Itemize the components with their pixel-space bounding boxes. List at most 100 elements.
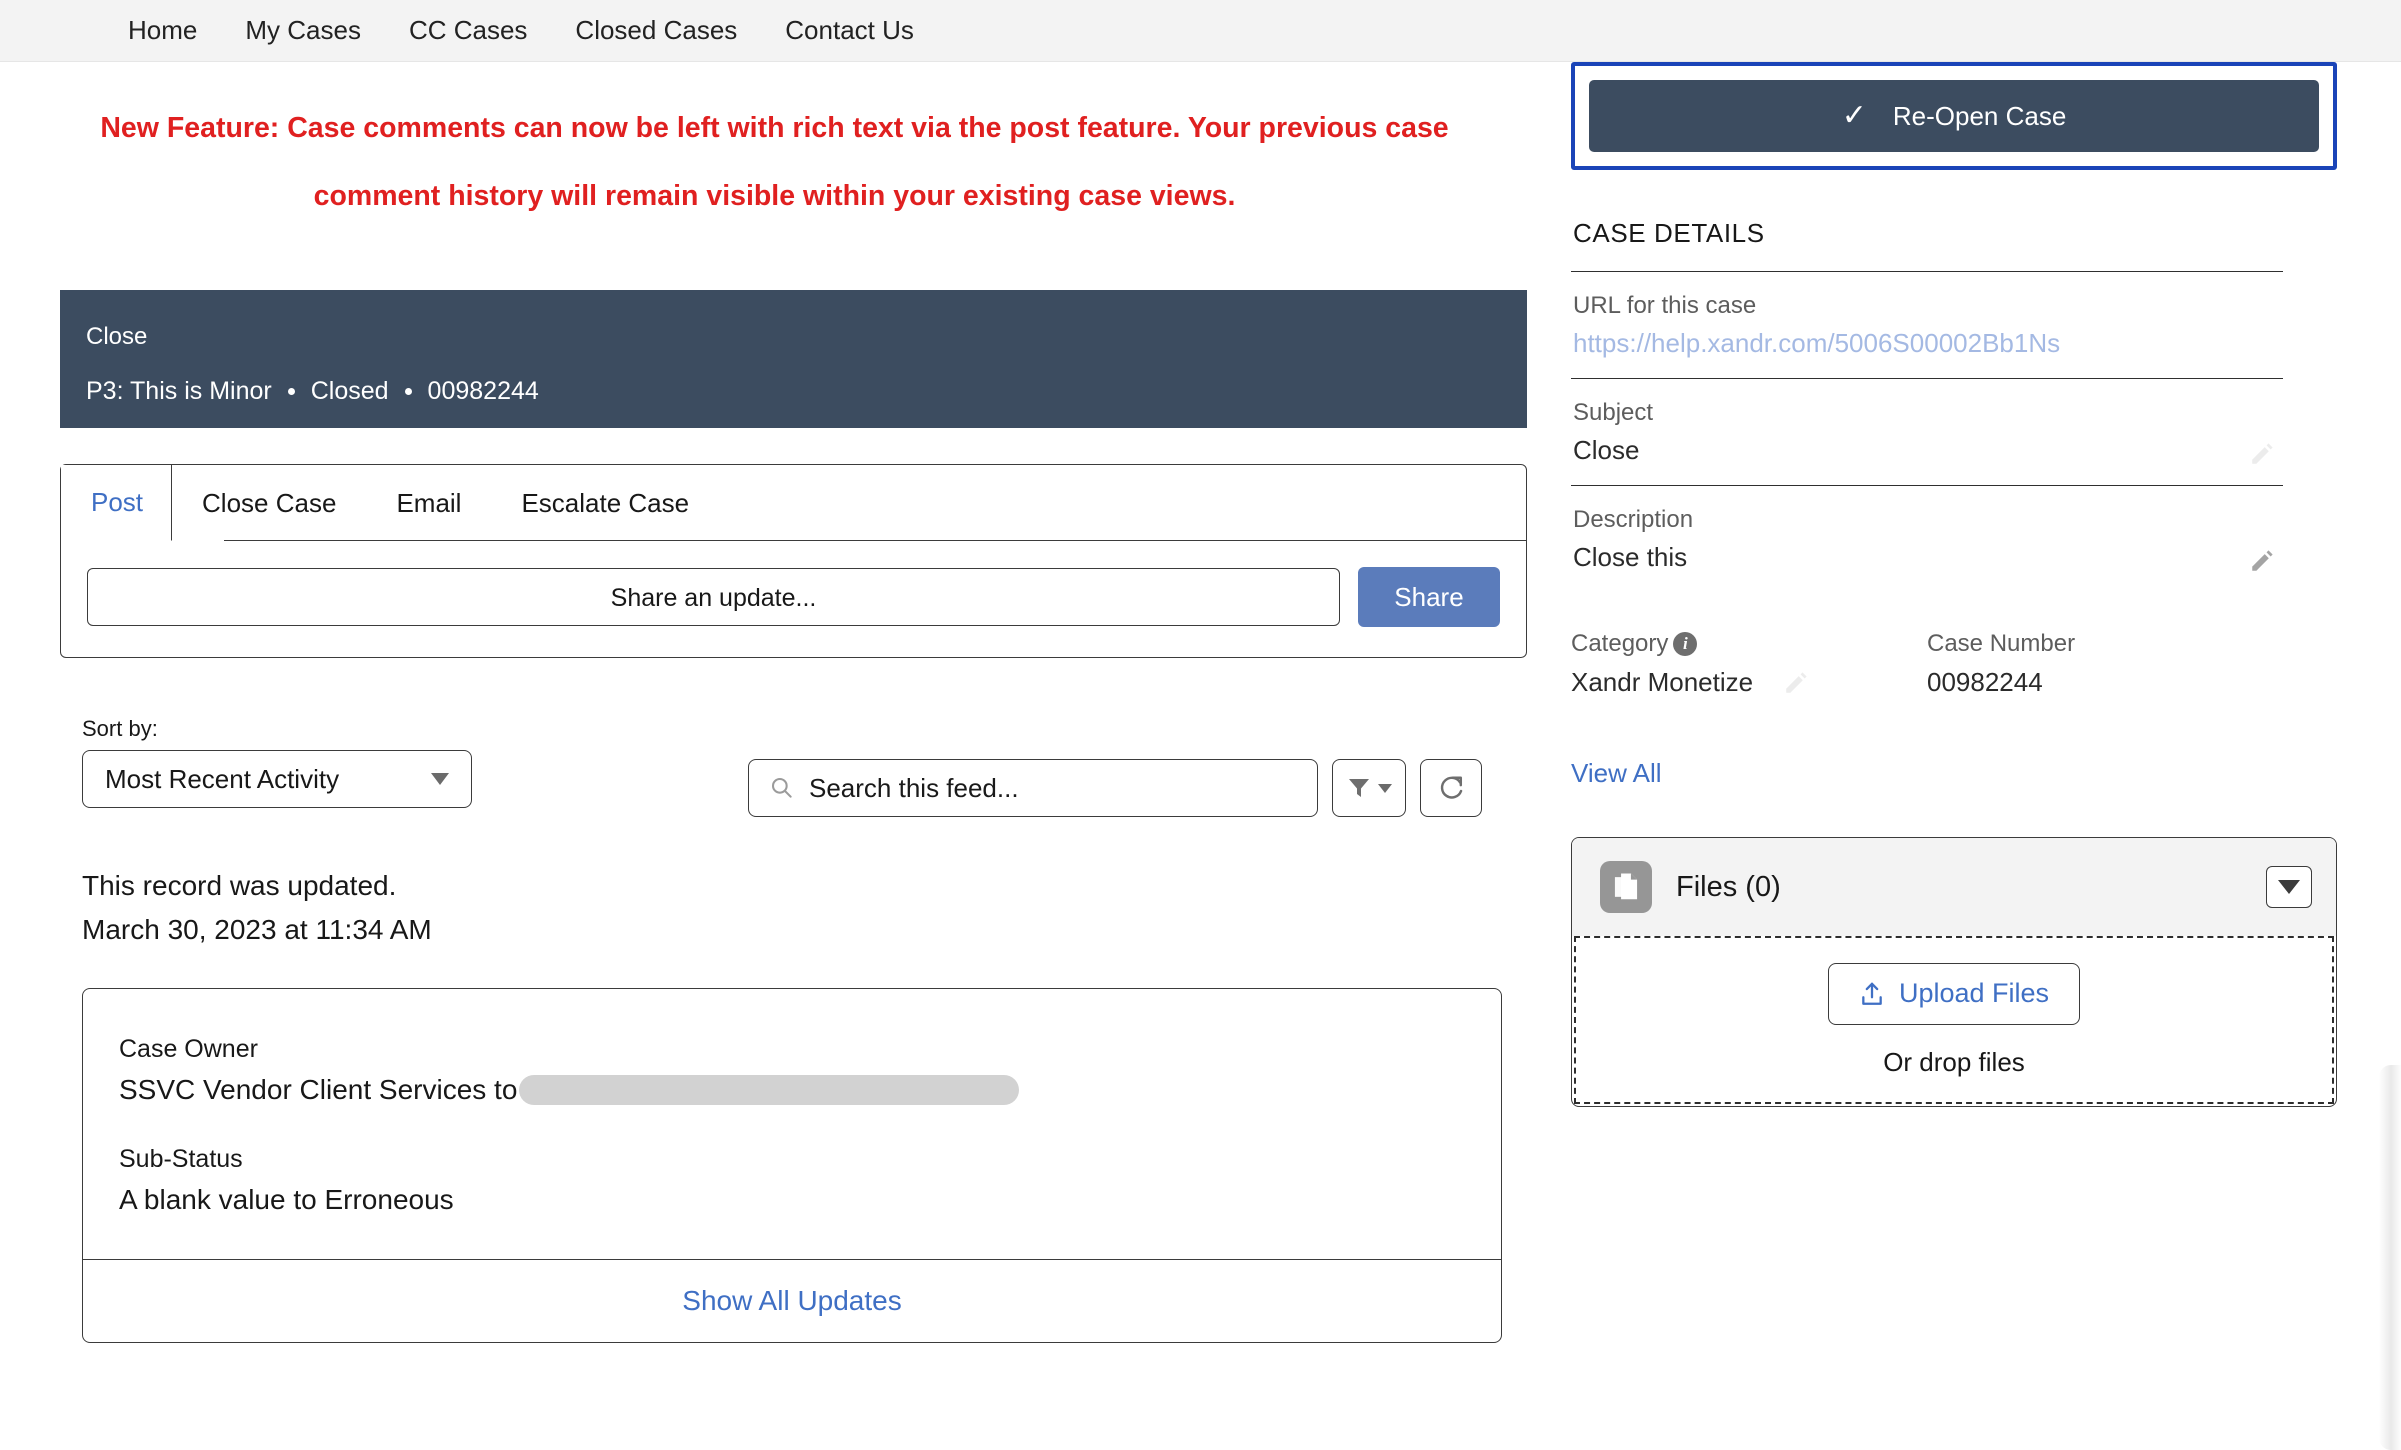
detail-value-case-number: 00982244 bbox=[1927, 667, 2043, 697]
tab-post[interactable]: Post bbox=[61, 465, 173, 541]
case-publisher-card: Post Close Case Email Escalate Case Shar… bbox=[60, 464, 1527, 658]
sort-by-value: Most Recent Activity bbox=[105, 763, 340, 794]
tab-email-label: Email bbox=[396, 487, 462, 518]
files-dropzone[interactable]: Upload Files Or drop files bbox=[1574, 936, 2334, 1104]
feed-search-toolbar: Search this feed... bbox=[748, 759, 1482, 817]
field-value-case-owner: SSVC Vendor Client Services to bbox=[119, 1069, 1501, 1111]
tab-close-case-label: Close Case bbox=[202, 487, 337, 518]
share-update-input[interactable]: Share an update... bbox=[87, 568, 1340, 626]
detail-label-case-number: Case Number bbox=[1927, 626, 2283, 662]
feed-refresh-button[interactable] bbox=[1420, 759, 1482, 817]
feed-item-headline: This record was updated. bbox=[82, 870, 397, 901]
publisher-tablist: Post Close Case Email Escalate Case bbox=[61, 465, 1526, 541]
nav-item-home[interactable]: Home bbox=[128, 15, 197, 46]
tab-escalate-case-label: Escalate Case bbox=[521, 487, 690, 518]
case-details-list: URL for this case https://help.xandr.com… bbox=[1571, 271, 2283, 789]
case-details-column: ✓ Re-Open Case CASE DETAILS URL for this… bbox=[1555, 62, 2401, 1107]
detail-row-description: Description Close this bbox=[1571, 485, 2283, 592]
banner-line-2: comment history will remain visible with… bbox=[313, 180, 1236, 212]
field-value-sub-status: A blank value to Erroneous bbox=[119, 1179, 1501, 1221]
detail-label-category: Category i bbox=[1571, 626, 1927, 662]
case-header-bar: Close P3: This is Minor Closed 00982244 bbox=[60, 290, 1527, 428]
refresh-icon bbox=[1440, 776, 1463, 799]
right-edge-scroll-sliver[interactable] bbox=[2379, 1065, 2401, 1450]
case-owner-text: SSVC Vendor Client Services to bbox=[119, 1074, 518, 1105]
sort-by-label: Sort by: bbox=[82, 716, 158, 741]
files-icon bbox=[1600, 861, 1652, 913]
edit-pencil-icon-subject[interactable] bbox=[2249, 441, 2275, 467]
case-number: 00982244 bbox=[427, 377, 539, 405]
files-card: Files (0) Upload Files Or drop files bbox=[1571, 837, 2337, 1107]
detail-label-url: URL for this case bbox=[1573, 292, 1757, 319]
share-button[interactable]: Share bbox=[1358, 567, 1500, 627]
banner-line-1: New Feature: Case comments can now be le… bbox=[100, 112, 1449, 144]
edit-pencil-icon-description[interactable] bbox=[2249, 548, 2275, 574]
detail-row-subject: Subject Close bbox=[1571, 378, 2283, 485]
edit-pencil-icon-category[interactable] bbox=[1783, 670, 1809, 696]
detail-row-url: URL for this case https://help.xandr.com… bbox=[1571, 271, 2283, 378]
tab-escalate-case[interactable]: Escalate Case bbox=[491, 465, 719, 541]
feature-announcement-banner: New Feature: Case comments can now be le… bbox=[0, 62, 1555, 230]
meta-separator-dot bbox=[404, 387, 412, 395]
tab-close-case[interactable]: Close Case bbox=[172, 465, 366, 541]
tab-post-label: Post bbox=[91, 487, 144, 517]
reopen-case-label: Re-Open Case bbox=[1892, 100, 2067, 131]
document-stack-icon bbox=[1614, 873, 1638, 900]
record-update-footer: Show All Updates bbox=[83, 1259, 1501, 1342]
meta-separator-dot bbox=[287, 387, 295, 395]
show-all-updates-link[interactable]: Show All Updates bbox=[682, 1285, 901, 1317]
detail-label-category-text: Category bbox=[1571, 630, 1669, 657]
detail-cell-case-number: Case Number 00982244 bbox=[1927, 626, 2283, 702]
tab-email[interactable]: Email bbox=[366, 465, 491, 541]
top-navigation-bar: Home My Cases CC Cases Closed Cases Cont… bbox=[0, 0, 2401, 62]
nav-item-my-cases[interactable]: My Cases bbox=[245, 15, 361, 46]
case-details-heading: CASE DETAILS bbox=[1573, 218, 1765, 248]
case-priority: P3: This is Minor bbox=[86, 377, 272, 405]
files-collapse-toggle[interactable] bbox=[2266, 866, 2312, 908]
chevron-down-icon bbox=[2278, 880, 2300, 894]
field-label-case-owner: Case Owner bbox=[119, 1035, 258, 1063]
upload-icon bbox=[1862, 982, 1882, 1005]
detail-value-category: Xandr Monetize bbox=[1571, 667, 1754, 697]
check-icon: ✓ bbox=[1841, 99, 1867, 132]
files-card-header: Files (0) bbox=[1572, 838, 2336, 936]
page-body: New Feature: Case comments can now be le… bbox=[0, 62, 2401, 1343]
feed-item: This record was updated. March 30, 2023 … bbox=[82, 864, 1502, 1343]
case-header-meta: P3: This is Minor Closed 00982244 bbox=[86, 376, 1527, 406]
upload-files-button[interactable]: Upload Files bbox=[1827, 962, 2081, 1025]
detail-label-description: Description bbox=[1573, 506, 1694, 533]
upload-files-label: Upload Files bbox=[1898, 978, 2050, 1008]
field-label-sub-status: Sub-Status bbox=[119, 1145, 243, 1173]
sort-by-select[interactable]: Most Recent Activity bbox=[82, 750, 472, 808]
feed-item-timestamp: March 30, 2023 at 11:34 AM bbox=[82, 914, 432, 945]
nav-item-contact-us[interactable]: Contact Us bbox=[785, 15, 914, 46]
feed-filter-button[interactable] bbox=[1332, 759, 1406, 817]
nav-item-closed-cases[interactable]: Closed Cases bbox=[575, 15, 737, 46]
search-feed-input[interactable]: Search this feed... bbox=[748, 759, 1318, 817]
detail-value-url[interactable]: https://help.xandr.com/5006S00002Bb1Ns bbox=[1573, 324, 2283, 362]
sub-status-text: A blank value to Erroneous bbox=[119, 1184, 454, 1215]
or-drop-files-label: Or drop files bbox=[1883, 1046, 2025, 1077]
main-column: New Feature: Case comments can now be le… bbox=[0, 62, 1555, 1343]
detail-label-subject: Subject bbox=[1573, 399, 1654, 426]
chevron-down-icon bbox=[1378, 783, 1392, 793]
view-all-link[interactable]: View All bbox=[1571, 758, 1662, 789]
case-header-title: Close bbox=[86, 323, 148, 350]
filter-icon bbox=[1349, 779, 1369, 797]
post-composer: Share an update... Share bbox=[61, 541, 1526, 657]
case-status: Closed bbox=[310, 377, 389, 405]
files-card-title: Files (0) bbox=[1676, 870, 1781, 903]
feed-controls: Sort by: Most Recent Activity Search thi… bbox=[82, 716, 1482, 826]
chevron-down-icon bbox=[431, 773, 449, 785]
detail-cell-category: Category i Xandr Monetize bbox=[1571, 626, 1927, 702]
search-icon bbox=[771, 777, 792, 798]
nav-item-cc-cases[interactable]: CC Cases bbox=[409, 15, 527, 46]
detail-value-description: Close this bbox=[1573, 542, 1688, 572]
reopen-case-focus-ring: ✓ Re-Open Case bbox=[1571, 62, 2337, 170]
reopen-case-button[interactable]: ✓ Re-Open Case bbox=[1589, 80, 2319, 152]
field-spacer bbox=[119, 1111, 1501, 1139]
record-update-card: Case Owner SSVC Vendor Client Services t… bbox=[82, 988, 1502, 1343]
redacted-value-bar bbox=[519, 1075, 1020, 1105]
info-icon[interactable]: i bbox=[1673, 632, 1698, 656]
record-update-fields: Case Owner SSVC Vendor Client Services t… bbox=[83, 989, 1501, 1259]
